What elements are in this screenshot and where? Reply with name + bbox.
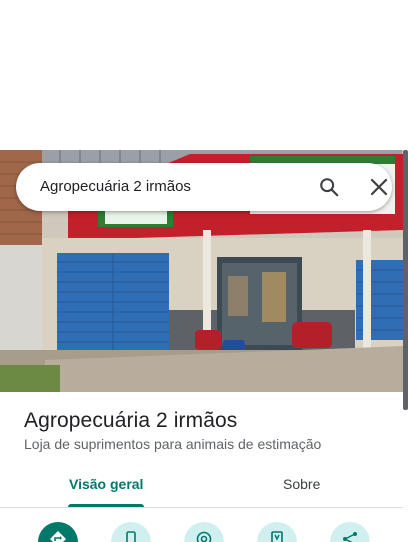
- tab-bar: Visão geral Sobre: [0, 464, 403, 508]
- scrollbar[interactable]: [403, 150, 408, 410]
- save-icon: [271, 531, 283, 542]
- close-icon[interactable]: [370, 178, 388, 196]
- directions-icon: [50, 531, 66, 542]
- call-button[interactable]: [111, 522, 151, 542]
- place-category: Loja de suprimentos para animais de esti…: [24, 436, 322, 452]
- location-icon: [196, 531, 212, 542]
- search-bar[interactable]: Agropecuária 2 irmãos: [16, 163, 392, 211]
- search-icon[interactable]: [318, 176, 340, 198]
- tab-about[interactable]: Sobre: [283, 476, 320, 492]
- share-icon: [343, 532, 357, 542]
- save-button[interactable]: [257, 522, 297, 542]
- place-title: Agropecuária 2 irmãos: [24, 409, 238, 432]
- tab-indicator: [68, 504, 144, 507]
- phone-icon: [126, 531, 136, 542]
- search-input[interactable]: Agropecuária 2 irmãos: [40, 178, 191, 195]
- nearby-button[interactable]: [184, 522, 224, 542]
- directions-button[interactable]: [38, 522, 78, 542]
- share-button[interactable]: [330, 522, 370, 542]
- tab-overview[interactable]: Visão geral: [69, 476, 143, 492]
